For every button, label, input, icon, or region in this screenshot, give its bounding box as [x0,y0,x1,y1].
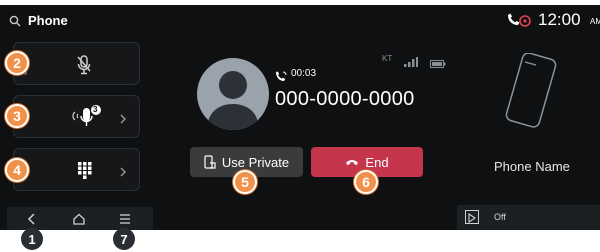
device-name: Phone Name [494,159,570,174]
callout-4: 4 [5,158,29,182]
microphone-off-icon [77,55,91,80]
microphone-volume-button[interactable]: 3 [13,95,140,138]
clock: 12:00 [538,10,581,29]
media-status: Off [494,212,506,222]
menu-button[interactable] [114,211,136,227]
chevron-right-icon [120,164,126,182]
callout-7: 7 [113,228,135,250]
keypad-icon [78,162,92,185]
callout-3: 3 [5,104,29,128]
callout-5: 5 [233,170,257,194]
private-handset-icon [204,155,216,169]
end-label: End [365,154,389,170]
hang-up-icon [346,160,359,165]
navigation-bar [7,207,153,230]
call-duration: 00:03 [291,68,317,79]
play-icon [465,210,479,224]
battery-icon [430,55,446,73]
contact-avatar [197,58,269,130]
back-button[interactable] [21,211,43,227]
call-status-icon [505,12,533,33]
search-icon[interactable] [9,14,21,32]
microphone-volume-icon [71,105,105,134]
signal-bars-icon [404,54,418,72]
clock-ampm: AM [590,17,600,26]
callout-6: 6 [354,170,378,194]
active-call-icon [275,69,287,87]
status-bar: Phone 12:00 AM [0,5,600,35]
keypad-button[interactable] [13,148,140,191]
phone-call-screen: Phone 12:00 AM 3 KT 00:03 000-0000-0000 … [0,5,600,230]
volume-badge: 3 [93,105,98,114]
callout-1: 1 [21,228,43,250]
phone-number: 000-0000-0000 [275,88,415,110]
media-widget[interactable]: Off [457,205,600,230]
use-private-label: Use Private [221,154,290,170]
chevron-right-icon [120,111,126,129]
home-button[interactable] [68,211,90,227]
smartphone-icon [492,52,572,138]
app-title: Phone [28,13,68,28]
callout-2: 2 [5,51,29,75]
mute-microphone-button[interactable] [13,42,140,85]
carrier-label: KT [382,54,393,63]
